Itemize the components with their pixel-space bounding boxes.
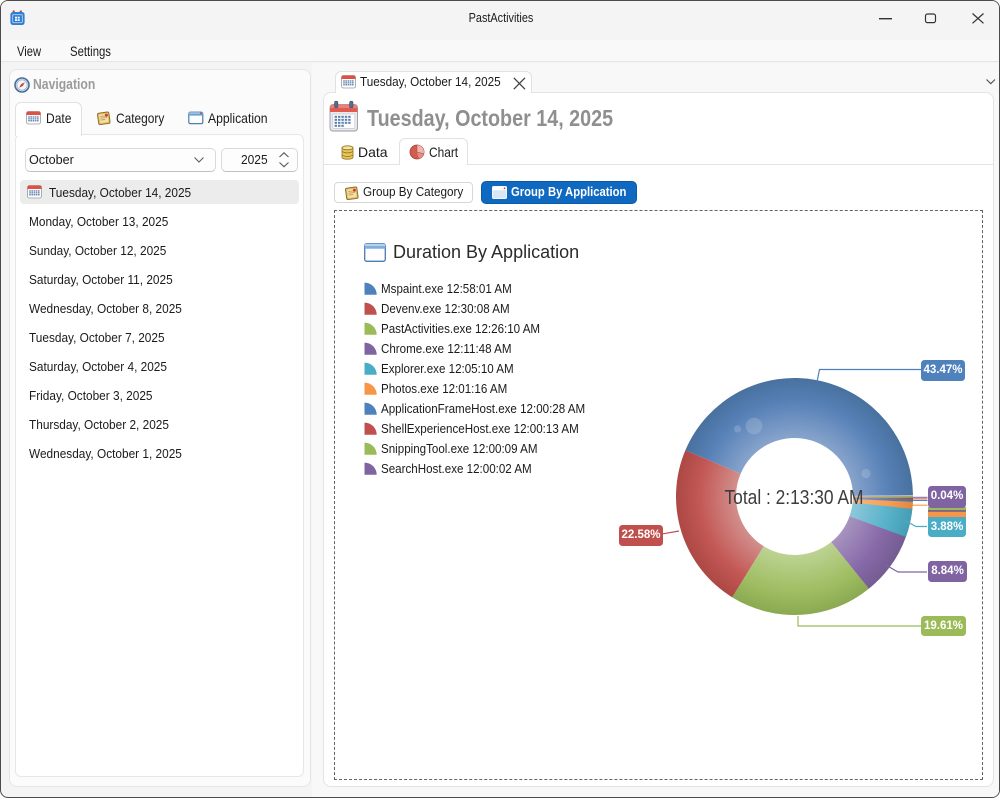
svg-text:Total : 2:13:30 AM: Total : 2:13:30 AM: [725, 487, 864, 509]
